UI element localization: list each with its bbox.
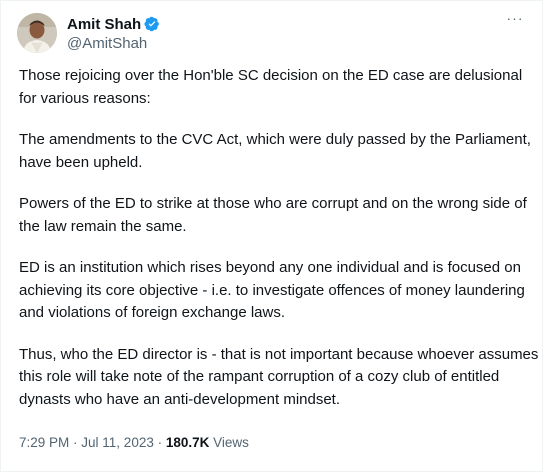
more-options-icon[interactable]: ···: [506, 11, 524, 29]
tweet-text: Those rejoicing over the Hon'ble SC deci…: [19, 65, 539, 430]
meta-separator: ·: [69, 435, 82, 450]
author-display-name[interactable]: Amit Shah: [67, 16, 141, 33]
verified-badge-icon: [144, 16, 160, 32]
meta-separator: ·: [153, 435, 166, 450]
tweet-paragraph: Those rejoicing over the Hon'ble SC deci…: [19, 67, 523, 107]
tweet-paragraph: The amendments to the CVC Act, which wer…: [19, 131, 531, 171]
tweet-date[interactable]: Jul 11, 2023: [81, 435, 154, 450]
author-info: Amit Shah @AmitShah: [67, 15, 160, 52]
author-handle[interactable]: @AmitShah: [67, 35, 160, 52]
tweet-card: Amit Shah @AmitShah ··· Those rejoicing …: [0, 0, 543, 472]
tweet-header: Amit Shah @AmitShah ···: [17, 11, 530, 53]
tweet-meta: 7:29 PM · Jul 11, 2023 · 180.7K Views: [19, 435, 249, 450]
views-count: 180.7K: [165, 435, 210, 450]
tweet-paragraph: ED is an institution which rises beyond …: [19, 259, 525, 321]
tweet-paragraph: Thus, who the ED director is - that is n…: [19, 345, 539, 408]
views-label: Views: [209, 435, 249, 450]
avatar[interactable]: [17, 13, 57, 53]
tweet-paragraph: Powers of the ED to strike at those who …: [19, 195, 527, 235]
tweet-time[interactable]: 7:29 PM: [19, 435, 69, 450]
